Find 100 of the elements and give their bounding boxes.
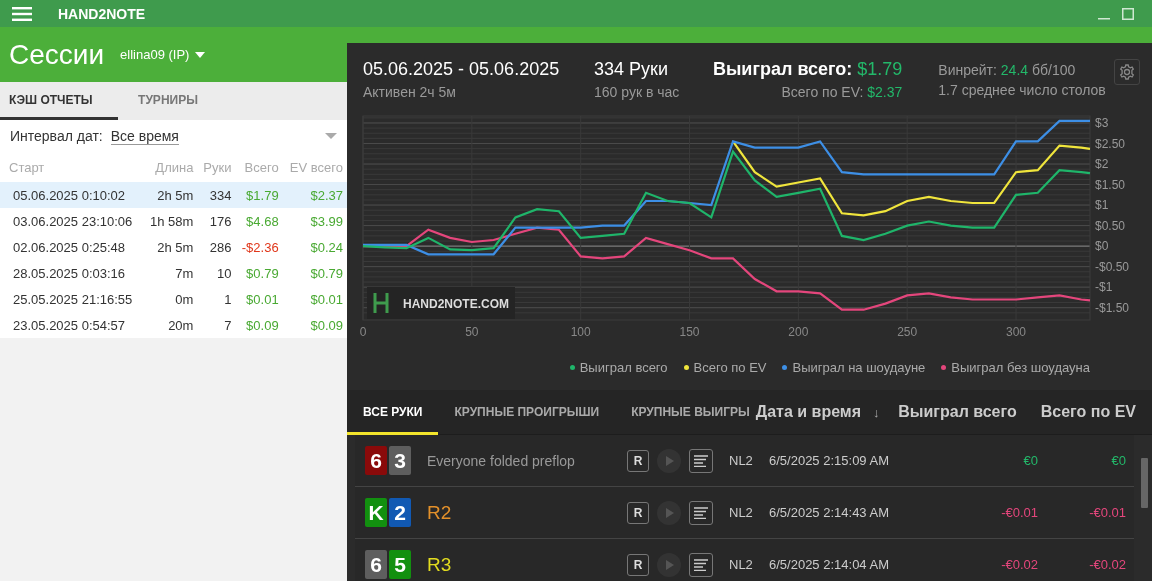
menu-icon[interactable] bbox=[12, 6, 32, 21]
won-amount: -€0.01 bbox=[1000, 505, 1038, 520]
playing-card: 5 bbox=[389, 550, 411, 579]
notes-button[interactable] bbox=[689, 500, 713, 525]
table-cell: 0m bbox=[143, 286, 198, 312]
table-cell: 05.06.2025 0:10:02 bbox=[0, 182, 144, 208]
hands-tab[interactable]: КРУПНЫЕ ПРОИГРЫШИ bbox=[438, 389, 616, 435]
hand-action: R3 bbox=[427, 553, 453, 576]
winrate-unit: бб/100 bbox=[1031, 62, 1076, 78]
table-cell: $0.01 bbox=[235, 286, 283, 312]
table-cell: $0.79 bbox=[235, 260, 283, 286]
x-tick-label: 200 bbox=[788, 325, 809, 339]
y-tick-label: $1.50 bbox=[1095, 177, 1126, 192]
report-tab[interactable]: ТУРНИРЫ bbox=[118, 82, 218, 120]
table-cell: 7m bbox=[143, 260, 198, 286]
date-range: 05.06.2025 - 05.06.2025 bbox=[363, 59, 561, 80]
table-cell: $4.68 bbox=[235, 208, 283, 234]
winrate-label: Винрейт: bbox=[938, 62, 997, 78]
y-tick-label: -$1 bbox=[1095, 280, 1113, 295]
x-tick-label: 250 bbox=[897, 325, 918, 339]
table-cell: $0.01 bbox=[282, 286, 347, 312]
table-cell: $0.09 bbox=[235, 312, 283, 338]
table-cell: $2.37 bbox=[282, 182, 347, 208]
hand-count: 334 Руки bbox=[594, 59, 669, 80]
column-header[interactable]: Дата и время bbox=[755, 403, 861, 421]
gear-icon bbox=[1119, 64, 1135, 80]
limit-label: NL2 bbox=[729, 453, 754, 468]
table-cell: 2h 5m bbox=[143, 234, 198, 260]
table-cell: 23.05.2025 0:54:57 bbox=[0, 312, 144, 338]
table-cell: 7 bbox=[197, 312, 236, 338]
notes-button[interactable] bbox=[689, 448, 713, 473]
ev-amount: €0 bbox=[1110, 453, 1126, 468]
won-total-label: Выиграл всего: bbox=[713, 59, 853, 79]
caret-icon bbox=[195, 51, 206, 58]
column-header[interactable]: Выиграл всего bbox=[898, 403, 1017, 421]
notes-button[interactable] bbox=[689, 552, 713, 577]
dropdown-arrow-icon[interactable] bbox=[325, 133, 337, 139]
maximize-icon[interactable] bbox=[1122, 7, 1134, 20]
active-duration: Активен 2ч 5м bbox=[363, 84, 457, 100]
x-tick-label: 100 bbox=[570, 325, 591, 339]
hand-action: R2 bbox=[427, 501, 453, 524]
won-total-value: $1.79 bbox=[857, 59, 903, 79]
table-cell: 10 bbox=[197, 260, 236, 286]
legend-label: Выиграл на шоудауне bbox=[792, 360, 926, 375]
legend-label: Выиграл всего bbox=[579, 360, 668, 375]
y-tick-label: -$1.50 bbox=[1095, 300, 1130, 315]
lines-icon bbox=[694, 454, 708, 467]
page-title: Сессии bbox=[9, 38, 105, 71]
replay-button[interactable]: R bbox=[627, 449, 649, 472]
y-tick-label: $0 bbox=[1095, 239, 1109, 254]
y-tick-label: $2 bbox=[1095, 157, 1109, 171]
x-tick-label: 0 bbox=[359, 325, 367, 339]
table-cell: 02.06.2025 0:25:48 bbox=[0, 234, 144, 260]
table-cell: 334 bbox=[197, 182, 236, 208]
table-cell: 2h 5m bbox=[143, 182, 198, 208]
lines-icon bbox=[694, 506, 708, 519]
x-tick-label: 50 bbox=[465, 325, 479, 339]
table-cell: 176 bbox=[197, 208, 236, 234]
legend-label: Выиграл без шоудауна bbox=[951, 360, 1090, 375]
hand-date: 6/5/2025 2:14:04 AM bbox=[769, 557, 890, 572]
won-amount: €0 bbox=[1022, 453, 1038, 468]
playing-card: 3 bbox=[389, 446, 411, 475]
table-cell: $1.79 bbox=[235, 182, 283, 208]
settings-button[interactable] bbox=[1114, 59, 1140, 85]
ev-total-value: $2.37 bbox=[867, 84, 903, 100]
limit-label: NL2 bbox=[729, 505, 754, 520]
table-cell: $3.99 bbox=[282, 208, 347, 234]
table-cell: $0.24 bbox=[282, 234, 347, 260]
hand-date: 6/5/2025 2:14:43 AM bbox=[769, 505, 890, 520]
hands-tab[interactable]: КРУПНЫЕ ВЫИГРЫ bbox=[615, 389, 754, 435]
play-icon[interactable] bbox=[657, 500, 681, 525]
x-tick-label: 300 bbox=[1006, 325, 1026, 339]
x-tick-label: 150 bbox=[679, 325, 700, 339]
column-header[interactable]: Всего по EV bbox=[1040, 403, 1136, 421]
play-icon[interactable] bbox=[657, 552, 681, 577]
table-cell: 20m bbox=[143, 312, 198, 338]
play-icon[interactable] bbox=[657, 448, 681, 473]
scrollbar[interactable] bbox=[1141, 458, 1148, 508]
table-cell: -$2.36 bbox=[235, 234, 283, 260]
table-cell: 1 bbox=[197, 286, 236, 312]
table-cell: 286 bbox=[197, 234, 236, 260]
playing-card: 6 bbox=[365, 446, 387, 475]
y-tick-label: $0.50 bbox=[1095, 218, 1126, 233]
table-cell: $0.79 bbox=[282, 260, 347, 286]
lines-icon bbox=[694, 558, 708, 571]
won-amount: -€0.02 bbox=[1000, 557, 1038, 572]
y-tick-label: $3 bbox=[1095, 116, 1109, 130]
sort-arrow[interactable]: ↓ bbox=[873, 404, 880, 420]
winrate-value: 24.4 bbox=[1000, 62, 1029, 78]
table-cell: 25.05.2025 21:16:55 bbox=[0, 286, 144, 312]
playing-card: K bbox=[365, 498, 387, 527]
y-tick-label: $1 bbox=[1095, 198, 1109, 213]
table-cell: 03.06.2025 23:10:06 bbox=[0, 208, 144, 234]
ev-amount: -€0.01 bbox=[1088, 505, 1126, 520]
date-range-dropdown[interactable]: Все время bbox=[110, 127, 179, 145]
legend-label: Всего по EV bbox=[693, 360, 767, 375]
replay-button[interactable]: R bbox=[627, 501, 649, 524]
ev-amount: -€0.02 bbox=[1088, 557, 1126, 572]
y-tick-label: $2.50 bbox=[1095, 136, 1126, 151]
replay-button[interactable]: R bbox=[627, 553, 649, 576]
